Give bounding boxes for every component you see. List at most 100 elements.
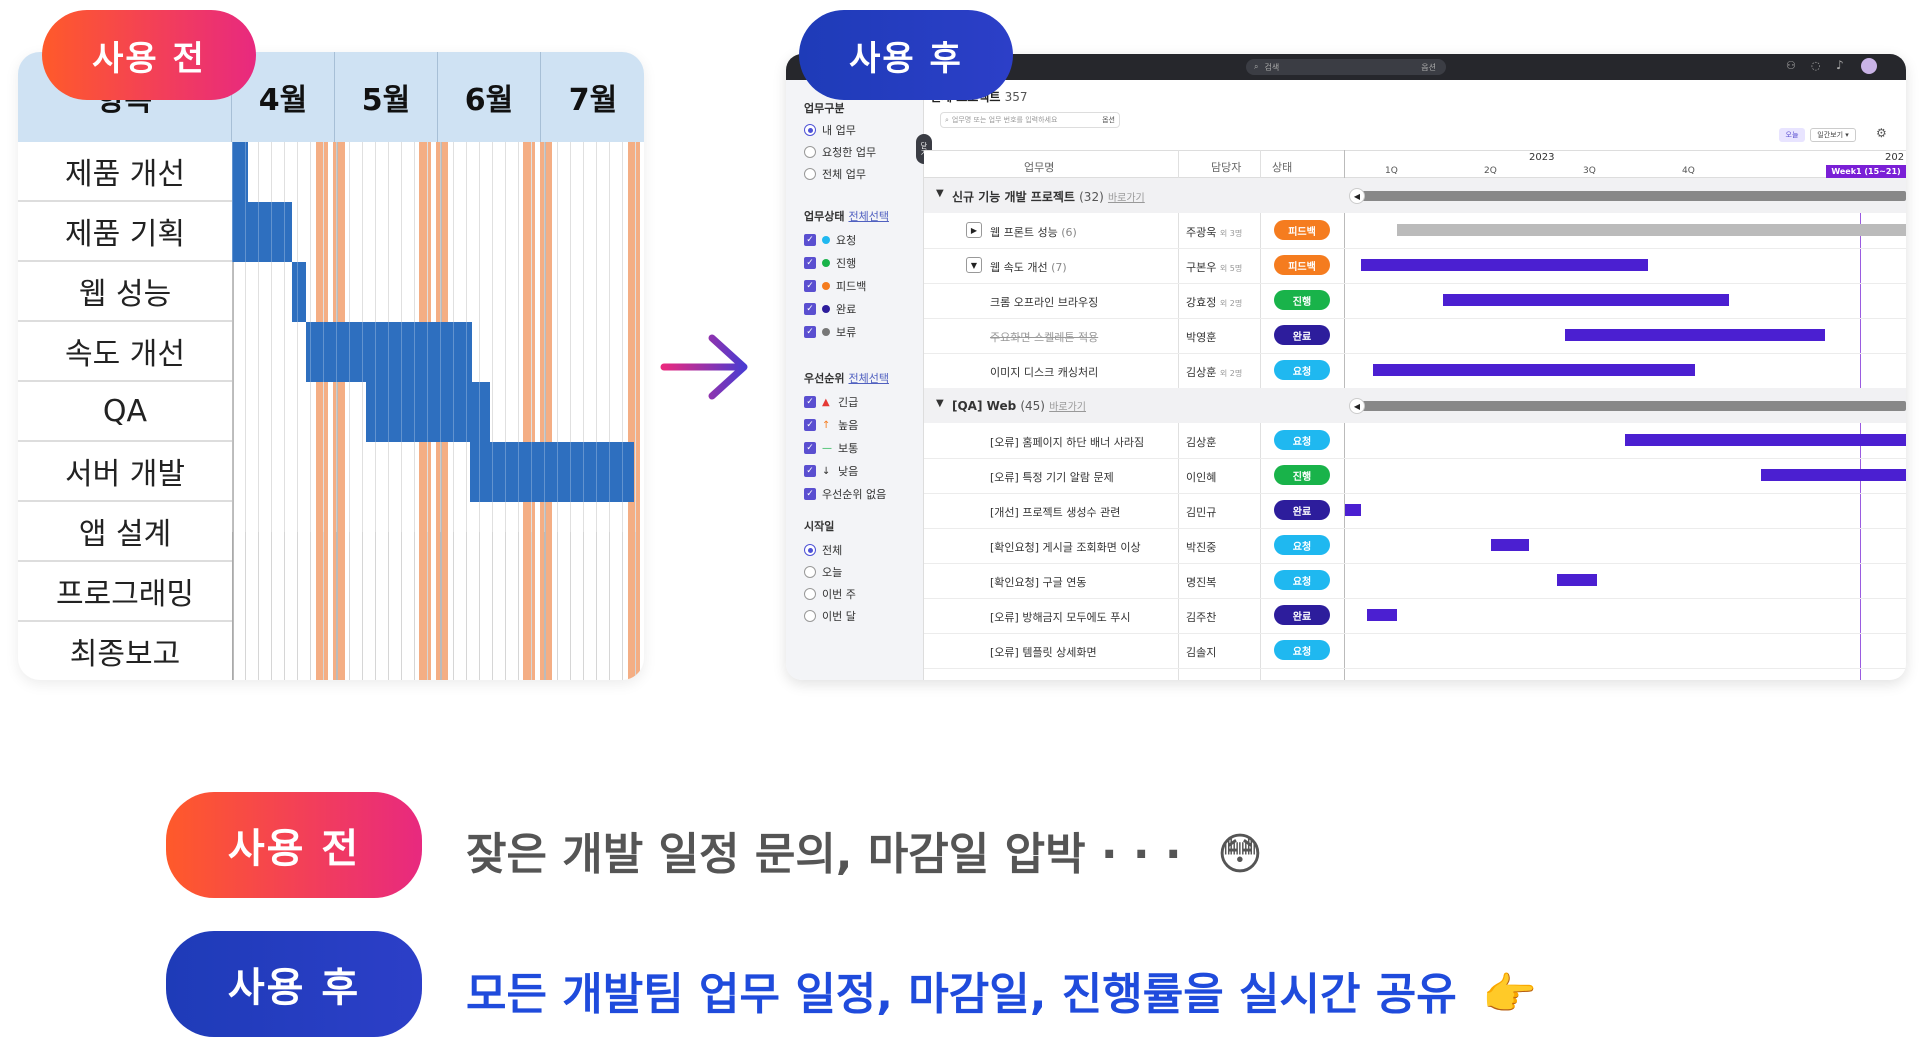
status-badge[interactable]: 피드백 — [1274, 220, 1330, 240]
status-badge[interactable]: 요청 — [1274, 640, 1330, 660]
timeline-bar[interactable] — [1565, 329, 1825, 341]
checkbox-icon: ✓ — [804, 419, 816, 431]
today-button[interactable]: 오늘 — [1779, 128, 1805, 142]
task-name[interactable]: 주요화면 스켈레톤 적용 — [990, 329, 1098, 345]
avatar[interactable] — [1861, 58, 1877, 74]
task-name[interactable]: [확인요청] 구글 연동 — [990, 574, 1087, 590]
status-badge[interactable]: 요청 — [1274, 535, 1330, 555]
task-name[interactable]: [개선] 프로젝트 생성수 관련 — [990, 504, 1120, 520]
gantt-weekend-column — [333, 142, 345, 680]
filter-start-date-3[interactable]: 이번 달 — [804, 608, 856, 624]
checkbox-icon: ✓ — [804, 280, 816, 292]
gantt-bar-divider — [427, 142, 428, 532]
filter-work-type-1[interactable]: 요청한 업무 — [804, 144, 876, 160]
task-search-input[interactable]: ⌕ 업무명 또는 업무 번호를 입력하세요 옵션 — [940, 112, 1120, 128]
timeline-bar[interactable] — [1367, 609, 1397, 621]
chat-icon[interactable]: ◌ — [1811, 59, 1821, 72]
task-name[interactable]: [오류] 홈페이지 하단 배너 사라짐 — [990, 434, 1144, 450]
task-assignee: 박영훈 — [1186, 331, 1217, 344]
view-select[interactable]: 일간보기 ▾ — [1810, 128, 1856, 142]
task-name[interactable]: 웹 프론트 성능 (6) — [990, 224, 1077, 240]
expand-toggle-icon[interactable]: ▶ — [966, 222, 982, 238]
row-divider — [924, 668, 1906, 669]
filter-status-4[interactable]: ✓ 보류 — [804, 324, 856, 340]
status-badge[interactable]: 요청 — [1274, 360, 1330, 380]
filter-work-type-0[interactable]: 내 업무 — [804, 122, 856, 138]
task-name[interactable]: [오류] 방해금지 모두에도 푸시 — [990, 609, 1131, 625]
status-badge[interactable]: 완료 — [1274, 500, 1330, 520]
filter-status-1[interactable]: ✓ 진행 — [804, 255, 856, 271]
task-name[interactable]: 이미지 디스크 캐싱처리 — [990, 364, 1098, 380]
task-name[interactable]: 웹 속도 개선 (7) — [990, 259, 1067, 275]
row-divider — [924, 248, 1906, 249]
status-badge[interactable]: 요청 — [1274, 570, 1330, 590]
group-name[interactable]: [QA] Web (45) 바로가기 — [952, 398, 1086, 413]
task-name[interactable]: [오류] 특정 기기 알람 문제 — [990, 469, 1114, 485]
filter-start-date-2[interactable]: 이번 주 — [804, 586, 856, 602]
filter-priority-0[interactable]: ✓ ▲ 긴급 — [804, 394, 858, 410]
timeline-quarter: 4Q — [1682, 166, 1695, 176]
filter-start-date-1[interactable]: 오늘 — [804, 564, 842, 580]
task-name[interactable]: [오류] 템플릿 상세화면 — [990, 644, 1097, 660]
timeline-bar[interactable] — [1361, 259, 1648, 271]
filter-start-date-0[interactable]: 전체 — [804, 542, 842, 558]
current-week-label: Week1 (15~21) — [1826, 165, 1906, 178]
timeline-header: 2023 202 1Q 2Q 3Q 4Q Week1 (15~21) — [1345, 150, 1906, 178]
group-name[interactable]: 신규 기능 개발 프로젝트 (32) 바로가기 — [952, 188, 1145, 205]
collapse-triangle-icon[interactable]: ▼ — [936, 188, 944, 199]
timeline-bar[interactable] — [1345, 504, 1361, 516]
scroll-left-icon[interactable]: ◀ — [1349, 398, 1365, 414]
row-divider — [924, 493, 1906, 494]
task-assignee: 김솔지 — [1186, 646, 1217, 659]
filter-priority-4[interactable]: ✓ 우선순위 없음 — [804, 486, 886, 502]
expand-toggle-icon[interactable]: ▼ — [966, 257, 982, 273]
filter-status-2[interactable]: ✓ 피드백 — [804, 278, 866, 294]
gantt-bar-divider — [531, 142, 532, 532]
timeline-bar[interactable] — [1397, 224, 1906, 236]
gantt-bar-divider — [505, 142, 506, 532]
scroll-left-icon[interactable]: ◀ — [1349, 188, 1365, 204]
filter-group-title: 업무상태 전체선택 — [804, 210, 889, 223]
timeline-bar[interactable] — [1761, 469, 1906, 481]
gantt-bar-divider — [583, 142, 584, 532]
filter-status-0[interactable]: ✓ 요청 — [804, 232, 856, 248]
status-badge[interactable]: 피드백 — [1274, 255, 1330, 275]
filter-work-type-2[interactable]: 전체 업무 — [804, 166, 866, 182]
status-dot-icon — [822, 259, 830, 267]
org-icon[interactable]: ⚇ — [1786, 59, 1796, 72]
after-caption-text: 모든 개발팀 업무 일정, 마감일, 진행률을 실시간 공유 👉 — [466, 969, 1537, 1020]
timeline-bar[interactable] — [1491, 539, 1529, 551]
gantt-bar-divider — [609, 142, 610, 532]
status-badge[interactable]: 진행 — [1274, 465, 1330, 485]
settings-gear-icon[interactable]: ⚙ — [1876, 126, 1887, 140]
bell-icon[interactable]: ♪ — [1836, 58, 1844, 72]
gantt-weekend-column — [316, 142, 328, 680]
flushed-face-icon: 😳 — [1216, 829, 1263, 880]
timeline-bar[interactable] — [1373, 364, 1695, 376]
filter-sidebar: 업무구분내 업무요청한 업무전체 업무업무상태 전체선택 ✓ 요청 ✓ 진행 ✓ 피드백 ✓ 완료… — [786, 80, 924, 680]
task-assignee: 박진중 — [1186, 541, 1217, 554]
row-divider — [924, 353, 1906, 354]
filter-priority-3[interactable]: ✓ ↓ 낮음 — [804, 463, 858, 479]
col-task: 업무명 — [1024, 161, 1055, 174]
timeline-bar[interactable] — [1443, 294, 1729, 306]
gantt-bar-divider — [401, 142, 402, 532]
gantt-bar — [232, 202, 292, 262]
filter-group-title: 업무구분 — [804, 102, 845, 115]
filter-priority-1[interactable]: ✓ ↑ 높음 — [804, 417, 858, 433]
status-badge[interactable]: 진행 — [1274, 290, 1330, 310]
global-search-input[interactable]: ⌕ 검색 옵션 — [1246, 59, 1446, 75]
timeline-bar[interactable] — [1625, 434, 1906, 446]
task-name[interactable]: [확인요청] 게시글 조회화면 이상 — [990, 539, 1141, 555]
gantt-row-label: 서버 개발 — [18, 442, 232, 502]
filter-status-3[interactable]: ✓ 완료 — [804, 301, 856, 317]
collapse-triangle-icon[interactable]: ▼ — [936, 398, 944, 409]
status-badge[interactable]: 완료 — [1274, 605, 1330, 625]
timeline-bar[interactable] — [1557, 574, 1597, 586]
filter-priority-2[interactable]: ✓ — 보통 — [804, 440, 858, 456]
task-name[interactable]: 크롬 오프라인 브라우징 — [990, 294, 1098, 310]
checkbox-icon: ✓ — [804, 234, 816, 246]
search-icon: ⌕ — [1254, 62, 1259, 71]
status-badge[interactable]: 완료 — [1274, 325, 1330, 345]
status-badge[interactable]: 요청 — [1274, 430, 1330, 450]
